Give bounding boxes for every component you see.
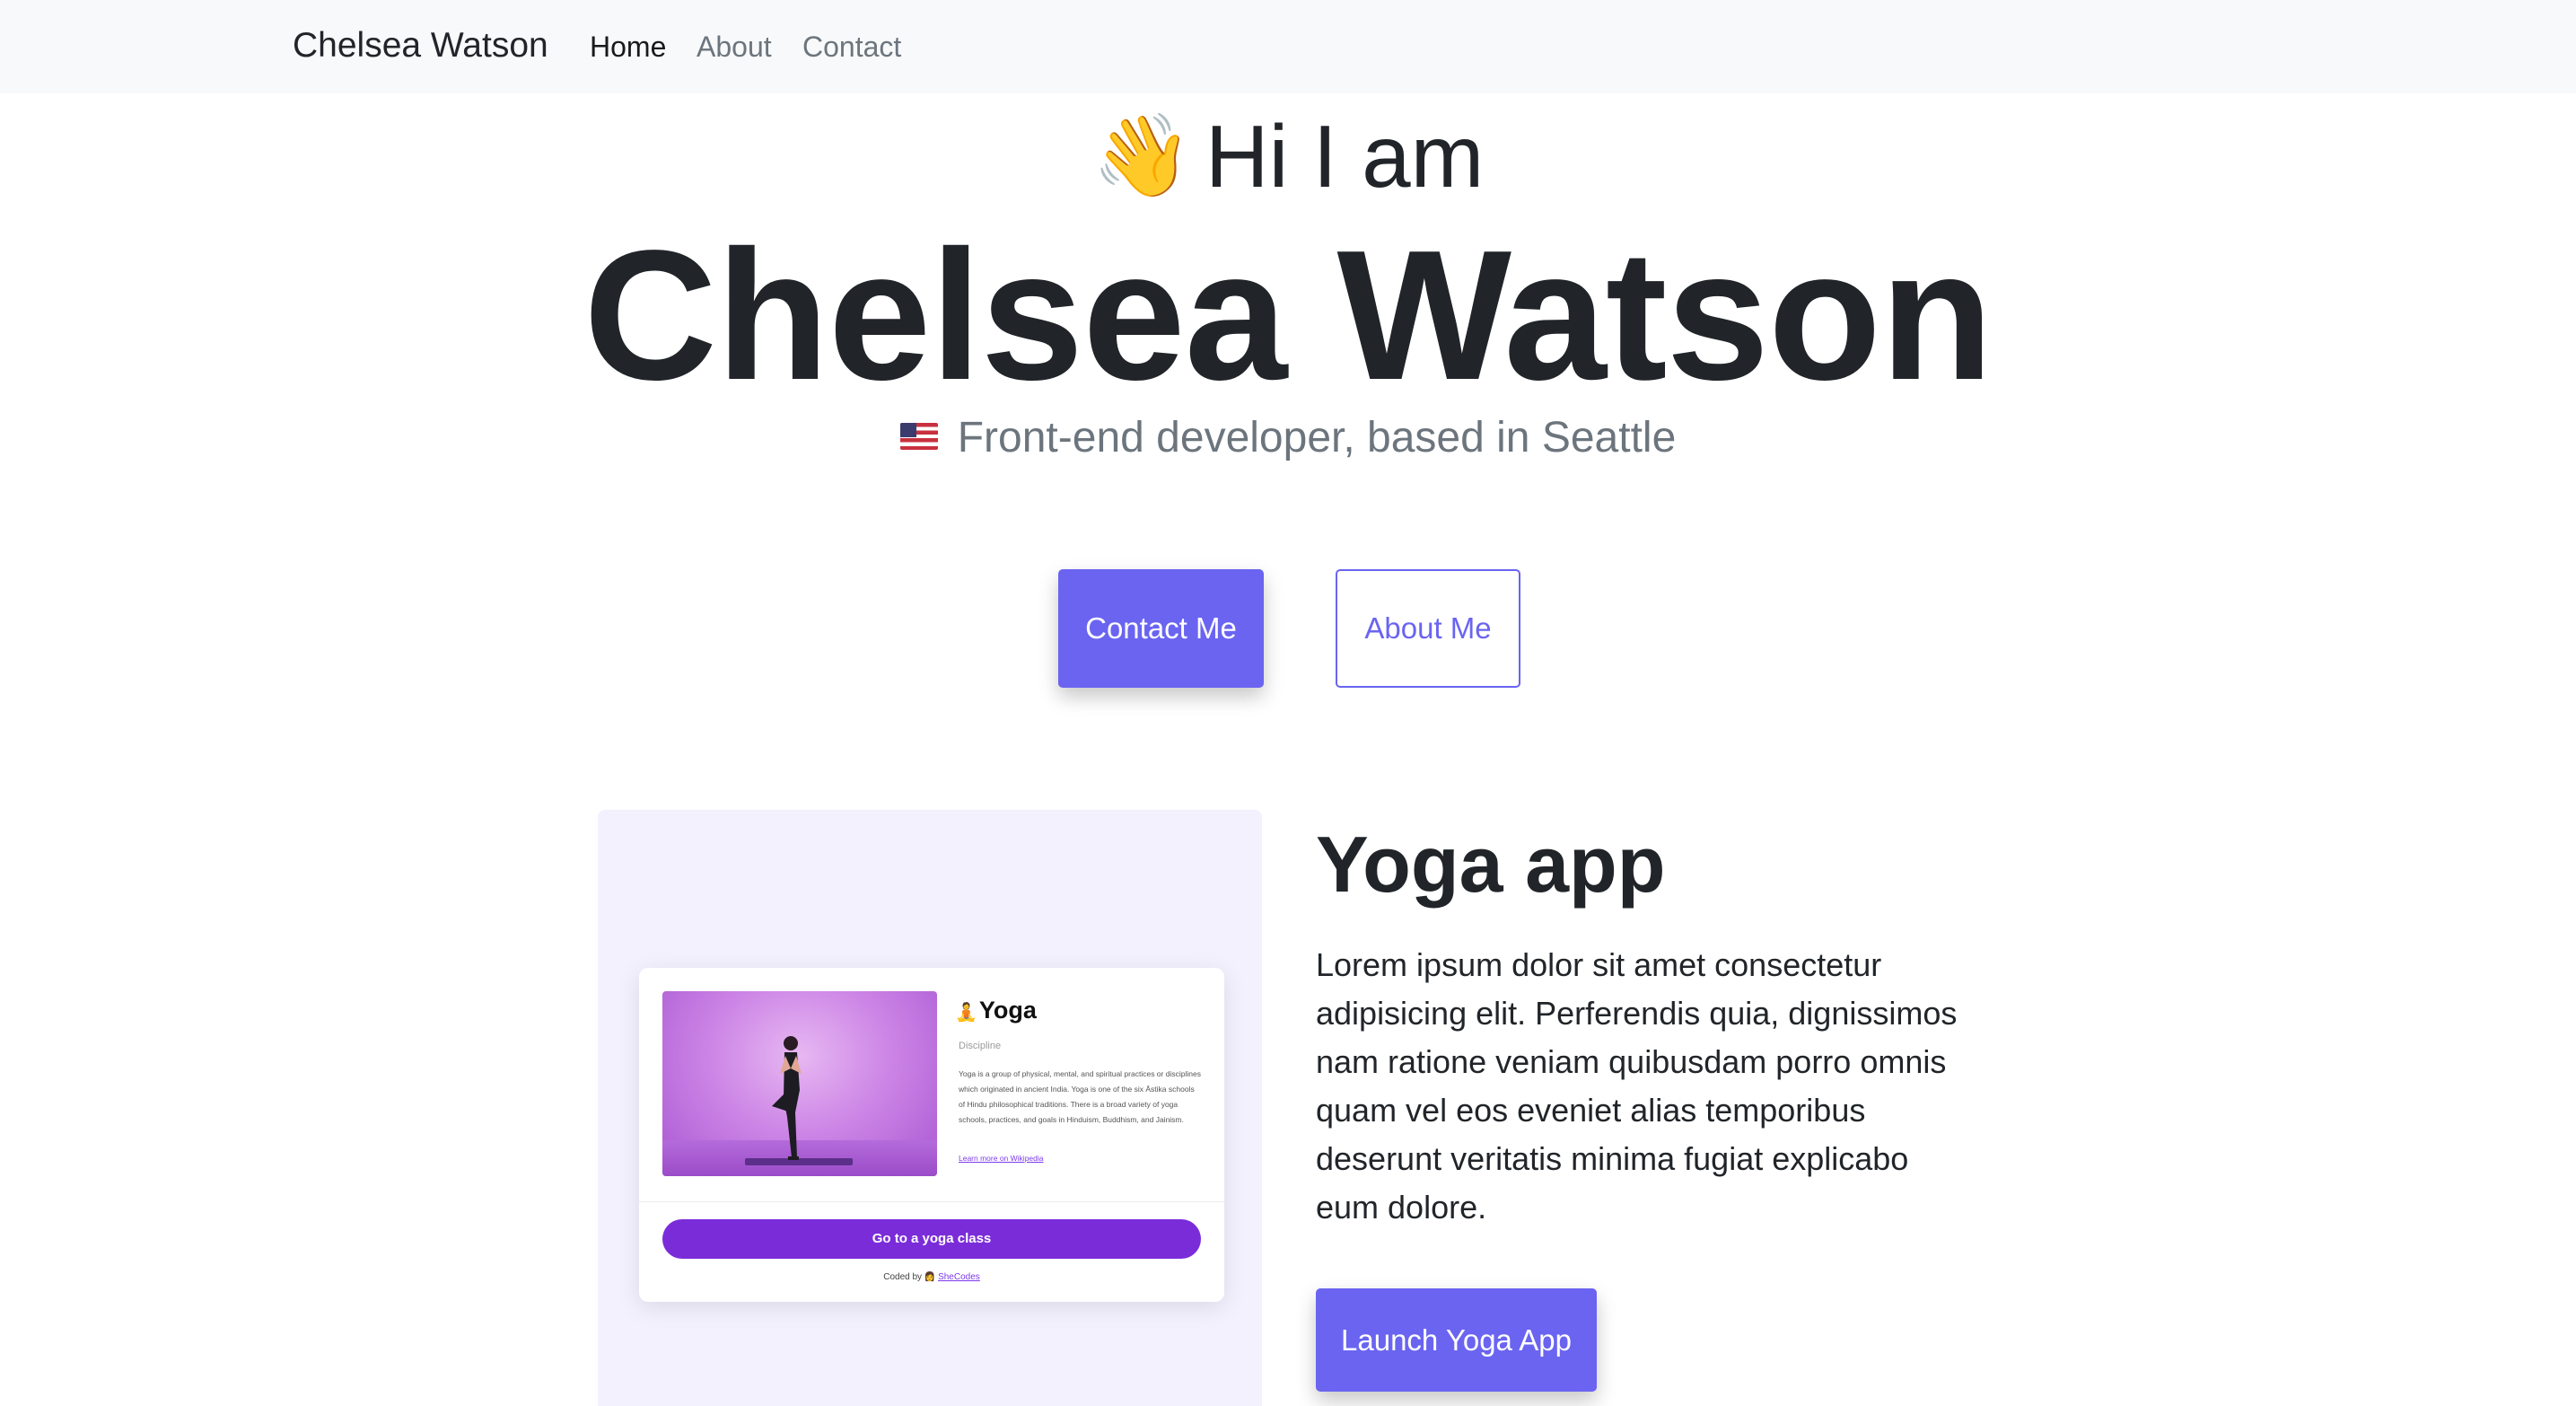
lotus-position-icon: 🧘	[955, 1003, 977, 1023]
preview-body: Yoga is a group of physical, mental, and…	[959, 1069, 1201, 1124]
nav-link-about[interactable]: About	[697, 27, 772, 66]
yoga-photo	[662, 991, 937, 1176]
preview-link: Learn more on Wikipedia	[959, 1154, 1044, 1163]
nav-link-contact[interactable]: Contact	[802, 27, 901, 66]
preview-subtitle: Discipline	[959, 1041, 1002, 1051]
tagline: Front-end developer, based in Seattle	[0, 409, 2576, 468]
navbar-brand[interactable]: Chelsea Watson	[293, 23, 548, 68]
preview-divider	[639, 1201, 1224, 1202]
launch-yoga-app-button[interactable]: Launch Yoga App	[1316, 1288, 1597, 1392]
contact-me-button[interactable]: Contact Me	[1058, 569, 1264, 688]
waving-hand-icon: 👋	[1091, 111, 1193, 201]
yoga-app-screenshot: 🧘Yoga Discipline Yoga is a group of phys…	[639, 968, 1224, 1302]
us-flag-icon	[899, 423, 938, 450]
hero-name: Chelsea Watson	[583, 212, 1993, 418]
preview-footer: Coded by 👩 SheCodes	[883, 1272, 980, 1282]
woman-icon: 👩	[924, 1272, 936, 1282]
about-me-button[interactable]: About Me	[1336, 569, 1520, 688]
preview-title: 🧘Yoga	[955, 997, 1037, 1024]
project-title: Yoga app	[1316, 820, 1666, 909]
navbar: Chelsea Watson Home About Contact	[0, 0, 2576, 93]
preview-cta-button: Go to a yoga class	[662, 1219, 1201, 1259]
project-description: Lorem ipsum dolor sit amet consectetur a…	[1316, 946, 1958, 1226]
greeting-text: Hi I am	[1205, 107, 1485, 206]
greeting-heading: 👋 Hi I am	[0, 103, 2576, 209]
tagline-text: Front-end developer, based in Seattle	[957, 414, 1677, 461]
nav-link-home[interactable]: Home	[590, 27, 666, 66]
yoga-pose-figure	[772, 1036, 802, 1160]
